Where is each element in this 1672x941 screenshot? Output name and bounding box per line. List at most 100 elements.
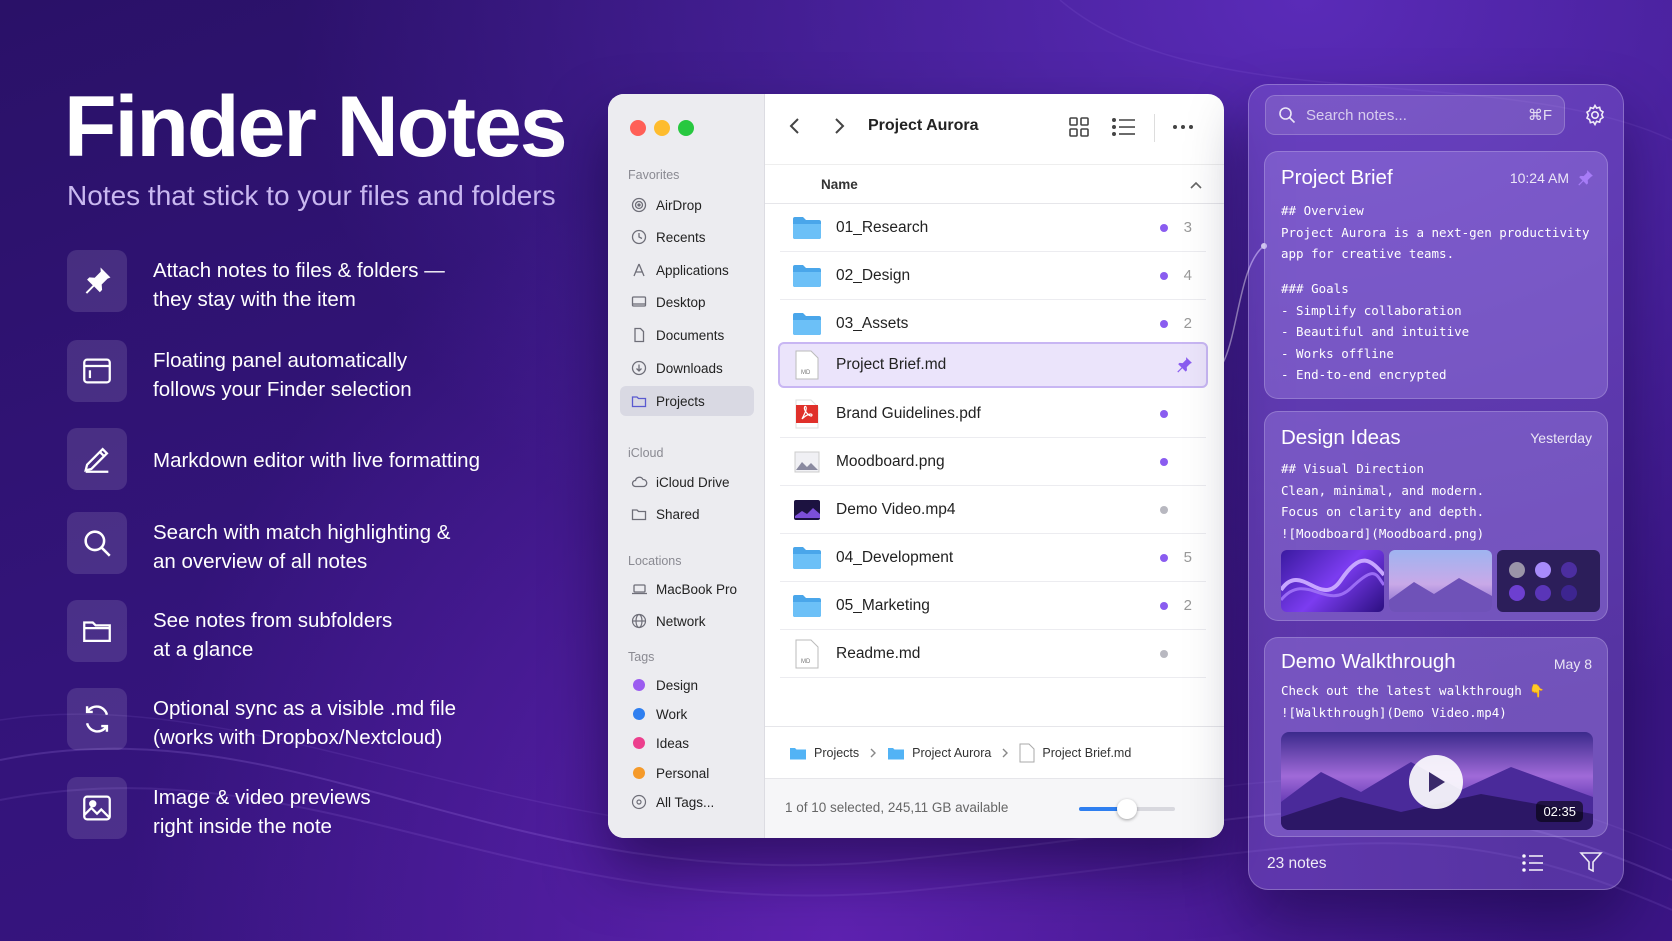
sidebar-section-icloud: iCloud [628, 446, 664, 460]
settings-button[interactable] [1583, 103, 1607, 132]
hero-subtitle: Notes that stick to your files and folde… [67, 180, 556, 211]
file-row[interactable]: Demo Video.mp4 [780, 486, 1206, 534]
search-input[interactable] [1306, 106, 1526, 124]
feature-text: Image & video previews right inside the … [153, 786, 371, 838]
folder-icon [67, 600, 127, 662]
file-row[interactable]: 04_Development 5 [780, 534, 1206, 582]
forward-button[interactable] [831, 116, 847, 141]
minimize-button[interactable] [654, 120, 670, 136]
close-button[interactable] [630, 120, 646, 136]
sidebar-item-downloads[interactable]: Downloads [620, 353, 754, 383]
feature-text: Markdown editor with live formatting [153, 449, 480, 472]
sidebar-item-label: Work [656, 706, 688, 722]
sidebar-item-desktop[interactable]: Desktop [620, 287, 754, 317]
sidebar-item-airdrop[interactable]: AirDrop [620, 190, 754, 220]
sidebar-item-macbook-pro[interactable]: MacBook Pro [620, 574, 754, 604]
pin-icon[interactable] [1575, 168, 1595, 188]
path-segment[interactable]: Projects [789, 746, 859, 760]
shared-folder-icon [630, 505, 648, 523]
file-row[interactable]: MD Readme.md [780, 630, 1206, 678]
image-thumbnail[interactable] [1497, 550, 1600, 612]
note-count-badge: 3 [1183, 219, 1192, 236]
globe-icon [630, 612, 648, 630]
sidebar-item-label: Design [656, 677, 699, 693]
note-title: Design Ideas [1281, 426, 1401, 449]
note-card[interactable]: Design Ideas Yesterday ## Visual Directi… [1264, 411, 1608, 621]
file-row[interactable]: 02_Design 4 [780, 252, 1206, 300]
note-body: ## Overview Project Aurora is a next-gen… [1281, 203, 1590, 261]
file-name: Readme.md [836, 644, 921, 662]
note-indicator-dot [1160, 271, 1168, 280]
file-name: Demo Video.mp4 [836, 500, 956, 518]
note-count-badge: 2 [1183, 315, 1192, 332]
note-time: May 8 [1553, 656, 1592, 672]
file-row[interactable]: MD Project Brief.md [778, 342, 1208, 388]
status-text: 1 of 10 selected, 245,11 GB available [785, 800, 1009, 815]
zoom-button[interactable] [678, 120, 694, 136]
sidebar-item-projects[interactable]: Projects [620, 386, 754, 416]
pin-icon[interactable] [1174, 355, 1194, 380]
note-count-badge: 2 [1183, 597, 1192, 614]
file-name: Brand Guidelines.pdf [836, 404, 981, 422]
sidebar-all-tags[interactable]: All Tags... [620, 787, 754, 817]
play-button[interactable] [1409, 755, 1463, 809]
path-segment[interactable]: Project Aurora [887, 746, 991, 760]
sidebar-section-favorites: Favorites [628, 168, 680, 182]
zoom-slider-knob[interactable] [1117, 799, 1137, 819]
sidebar-item-documents[interactable]: Documents [620, 320, 754, 350]
filter-button[interactable] [1579, 851, 1603, 878]
file-row[interactable]: Moodboard.png [780, 438, 1206, 486]
note-card[interactable]: Project Brief 10:24 AM ## Overview Proje… [1264, 151, 1608, 399]
sidebar-tag-ideas[interactable]: Ideas [620, 728, 754, 758]
status-bar: 1 of 10 selected, 245,11 GB available [765, 778, 1224, 838]
image-thumbnail[interactable] [1389, 550, 1492, 612]
note-count: 23 notes [1267, 855, 1327, 872]
grid-view-button[interactable] [1068, 116, 1090, 143]
list-view-button[interactable] [1111, 116, 1137, 143]
sidebar-section-tags: Tags [628, 650, 655, 664]
sidebar-item-label: Downloads [656, 360, 723, 376]
finder-toolbar: Project Aurora [765, 94, 1224, 164]
file-row[interactable]: 05_Marketing 2 [780, 582, 1206, 630]
feature-text: See notes from subfolders at a glance [153, 609, 393, 661]
file-row[interactable]: Brand Guidelines.pdf [780, 390, 1206, 438]
sidebar-tag-design[interactable]: Design [620, 670, 754, 700]
image-thumbnail[interactable] [1281, 550, 1384, 612]
sidebar-tag-personal[interactable]: Personal [620, 758, 754, 788]
zoom-slider[interactable] [1079, 799, 1175, 819]
sync-icon [67, 688, 127, 750]
search-icon [1279, 107, 1296, 124]
video-preview[interactable]: 02:35 [1281, 732, 1593, 830]
note-card[interactable]: Demo Walkthrough May 8 Check out the lat… [1264, 637, 1608, 837]
note-indicator-dot [1160, 409, 1168, 418]
note-indicator-dot [1160, 601, 1168, 610]
feature-text: Floating panel automatically follows you… [153, 349, 412, 401]
feature-item: Attach notes to files & folders — they s… [67, 250, 567, 312]
back-button[interactable] [787, 116, 803, 141]
file-row[interactable]: 01_Research 3 [780, 204, 1206, 252]
list-toggle-button[interactable] [1521, 853, 1545, 878]
note-title: Demo Walkthrough [1281, 650, 1456, 673]
sidebar-item-shared[interactable]: Shared [620, 499, 754, 529]
file-row[interactable]: 03_Assets 2 [780, 300, 1206, 348]
sidebar-item-applications[interactable]: Applications [620, 255, 754, 285]
column-header[interactable]: Name [765, 164, 1224, 204]
path-segment[interactable]: Project Brief.md [1019, 743, 1131, 763]
sidebar-item-label: Desktop [656, 294, 706, 310]
column-header-name: Name [821, 177, 858, 192]
more-button[interactable] [1171, 116, 1195, 143]
sidebar-item-recents[interactable]: Recents [620, 222, 754, 252]
feature-text: Search with match highlighting & an over… [153, 521, 451, 573]
file-name: Moodboard.png [836, 452, 945, 470]
sidebar-tag-work[interactable]: Work [620, 699, 754, 729]
sidebar-item-network[interactable]: Network [620, 606, 754, 636]
feature-item: Search with match highlighting & an over… [67, 512, 567, 574]
feature-item: Optional sync as a visible .md file (wor… [67, 688, 567, 750]
path-bar: Projects Project Aurora Project Brief.md [765, 726, 1224, 778]
search-field[interactable]: ⌘F [1265, 95, 1565, 135]
window-title: Project Aurora [868, 117, 979, 134]
video-duration: 02:35 [1536, 801, 1583, 822]
sidebar-item-icloud-drive[interactable]: iCloud Drive [620, 467, 754, 497]
note-count-badge: 5 [1183, 549, 1192, 566]
file-name: 03_Assets [836, 314, 909, 332]
